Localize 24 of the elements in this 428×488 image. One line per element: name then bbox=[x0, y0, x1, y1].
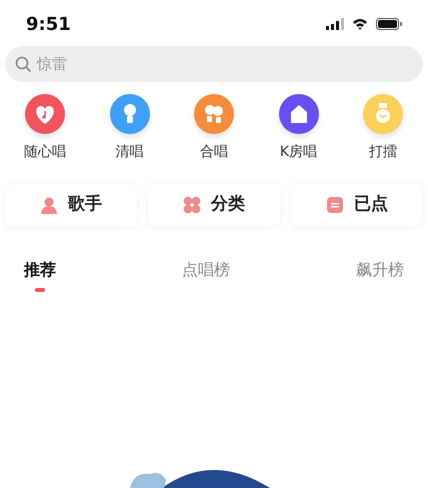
battery-icon bbox=[376, 18, 402, 30]
feature-button[interactable] bbox=[110, 94, 150, 134]
list-icon bbox=[326, 196, 344, 214]
feature-label: 打擂 bbox=[369, 143, 397, 162]
four-circles-icon bbox=[183, 196, 201, 214]
shortcut-button[interactable]: 已点 bbox=[291, 183, 423, 226]
feature-label: 随心唱 bbox=[24, 143, 66, 162]
tab[interactable]: 点唱榜 bbox=[182, 254, 230, 296]
feature-button[interactable] bbox=[278, 94, 318, 134]
status-time: 9:51 bbox=[26, 12, 71, 36]
signal-icon bbox=[326, 18, 344, 30]
heart-icon bbox=[34, 103, 56, 125]
shortcut-button[interactable]: 分类 bbox=[148, 183, 280, 226]
person-icon bbox=[40, 196, 58, 214]
wifi-icon bbox=[352, 18, 368, 30]
tab[interactable]: 推荐 bbox=[24, 254, 56, 296]
tab[interactable]: 飙升榜 bbox=[356, 254, 404, 296]
feature-label: 清唱 bbox=[116, 143, 144, 162]
feature-button[interactable] bbox=[194, 94, 234, 134]
feature-button[interactable] bbox=[25, 94, 65, 134]
feature-label: K房唱 bbox=[280, 143, 318, 162]
feature-label: 合唱 bbox=[200, 143, 228, 162]
two-microphones-icon bbox=[203, 103, 225, 125]
shortcut-button[interactable]: 歌手 bbox=[5, 183, 137, 226]
